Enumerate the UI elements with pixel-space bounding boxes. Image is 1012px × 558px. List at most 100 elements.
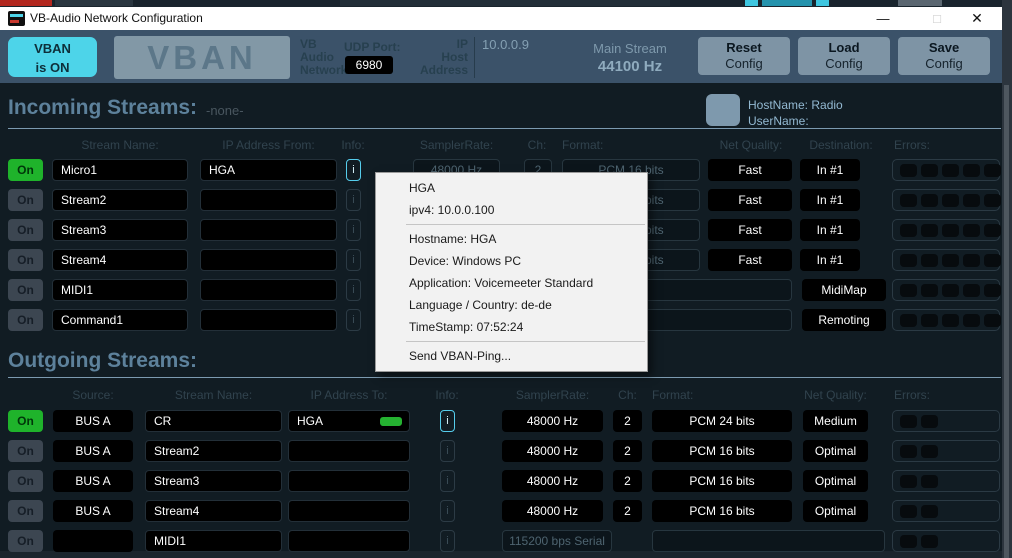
- stream-name-input[interactable]: Micro1: [52, 159, 188, 181]
- stream-name-input[interactable]: Stream4: [52, 249, 188, 271]
- samplerate-select[interactable]: 48000 Hz: [502, 410, 603, 432]
- stream-name-input[interactable]: Stream3: [52, 219, 188, 241]
- net-quality-select[interactable]: Fast: [708, 249, 792, 271]
- stream-on-toggle[interactable]: On: [8, 440, 43, 462]
- info-button[interactable]: i: [346, 279, 361, 301]
- stream-on-toggle[interactable]: On: [8, 530, 43, 552]
- stream-on-toggle[interactable]: On: [8, 309, 43, 331]
- stream-name-input[interactable]: CR: [145, 410, 282, 432]
- error-dot: [900, 254, 917, 267]
- background-fragment: [55, 0, 133, 6]
- ip-address-from-input[interactable]: [200, 189, 337, 211]
- stream-on-toggle[interactable]: On: [8, 410, 43, 432]
- info-button[interactable]: i: [440, 500, 455, 522]
- popup-action-send-vban-ping[interactable]: Send VBAN-Ping...: [376, 345, 647, 367]
- info-button[interactable]: i: [440, 440, 455, 462]
- stream-on-toggle[interactable]: On: [8, 159, 43, 181]
- samplerate-select[interactable]: 48000 Hz: [502, 500, 603, 522]
- ip-address-from-input[interactable]: HGA: [200, 159, 337, 181]
- maximize-button[interactable]: □: [922, 7, 952, 30]
- stream-name-input[interactable]: Stream4: [145, 500, 282, 522]
- stream-name-input[interactable]: Stream3: [145, 470, 282, 492]
- popup-info-line: TimeStamp: 07:52:24: [376, 316, 647, 338]
- info-button[interactable]: i: [440, 470, 455, 492]
- source-select[interactable]: BUS A: [53, 440, 133, 462]
- destination-select[interactable]: In #1: [800, 189, 860, 211]
- samplerate-select[interactable]: 48000 Hz: [502, 440, 603, 462]
- net-quality-select[interactable]: Optimal: [803, 440, 868, 462]
- error-dot: [942, 284, 959, 297]
- ip-address-to-input[interactable]: [288, 530, 410, 552]
- channels-select[interactable]: 2: [613, 500, 642, 522]
- net-quality-select[interactable]: Optimal: [803, 470, 868, 492]
- info-button[interactable]: i: [440, 410, 455, 432]
- error-dot: [921, 284, 938, 297]
- error-dot: [900, 314, 917, 327]
- format-select[interactable]: PCM 16 bits: [652, 470, 792, 492]
- source-select[interactable]: BUS A: [53, 470, 133, 492]
- save-config-button[interactable]: Save Config: [898, 37, 990, 75]
- stream-on-toggle[interactable]: On: [8, 470, 43, 492]
- format-select[interactable]: PCM 16 bits: [652, 440, 792, 462]
- ip-address-from-input[interactable]: [200, 309, 337, 331]
- info-button[interactable]: i: [346, 219, 361, 241]
- format-select[interactable]: PCM 24 bits: [652, 410, 792, 432]
- ip-address-to-input[interactable]: [288, 470, 410, 492]
- destination-select[interactable]: In #1: [800, 159, 860, 181]
- load-config-button[interactable]: Load Config: [798, 37, 890, 75]
- channels-select[interactable]: 2: [613, 410, 642, 432]
- stream-name-input[interactable]: Stream2: [52, 189, 188, 211]
- close-button[interactable]: ✕: [962, 7, 992, 30]
- stream-on-toggle[interactable]: On: [8, 189, 43, 211]
- ip-address-to-input[interactable]: HGA: [288, 410, 410, 432]
- vban-on-toggle[interactable]: VBAN is ON: [8, 37, 97, 77]
- stream-on-toggle[interactable]: On: [8, 219, 43, 241]
- channels-select[interactable]: 2: [613, 470, 642, 492]
- error-dot: [921, 535, 938, 548]
- net-quality-select[interactable]: Medium: [803, 410, 868, 432]
- udp-port-value[interactable]: 6980: [345, 56, 393, 74]
- stream-name-input[interactable]: MIDI1: [52, 279, 188, 301]
- info-button[interactable]: i: [346, 189, 361, 211]
- main-stream-label: Main Stream: [570, 41, 690, 56]
- ip-address-to-input[interactable]: [288, 440, 410, 462]
- ip-address-from-input[interactable]: [200, 249, 337, 271]
- stream-name-input[interactable]: Stream2: [145, 440, 282, 462]
- stream-on-toggle[interactable]: On: [8, 500, 43, 522]
- ip-address-from-input[interactable]: [200, 279, 337, 301]
- destination-select[interactable]: Remoting: [802, 309, 886, 331]
- destination-select[interactable]: In #1: [800, 249, 860, 271]
- net-quality-select[interactable]: Fast: [708, 189, 792, 211]
- error-dot: [984, 284, 1001, 297]
- info-button[interactable]: i: [346, 249, 361, 271]
- ip-address-to-input[interactable]: [288, 500, 410, 522]
- stream-name-input[interactable]: MIDI1: [145, 530, 282, 552]
- samplerate-select[interactable]: 48000 Hz: [502, 470, 603, 492]
- link-active-indicator: [380, 417, 402, 426]
- minimize-button[interactable]: —: [868, 7, 898, 30]
- hostname-button[interactable]: [706, 94, 740, 126]
- errors-indicator: [892, 279, 1000, 301]
- info-button[interactable]: i: [346, 159, 361, 181]
- hostname-label: HostName: Radio: [748, 97, 843, 113]
- destination-select[interactable]: In #1: [800, 219, 860, 241]
- source-select[interactable]: [53, 530, 133, 552]
- destination-select[interactable]: MidiMap: [802, 279, 886, 301]
- source-select[interactable]: BUS A: [53, 500, 133, 522]
- error-dot: [942, 164, 959, 177]
- topbar-divider: [474, 37, 475, 78]
- format-select[interactable]: PCM 16 bits: [652, 500, 792, 522]
- stream-on-toggle[interactable]: On: [8, 279, 43, 301]
- stream-name-input[interactable]: Command1: [52, 309, 188, 331]
- stream-on-toggle[interactable]: On: [8, 249, 43, 271]
- net-quality-select[interactable]: Optimal: [803, 500, 868, 522]
- channels-select[interactable]: 2: [613, 440, 642, 462]
- info-button[interactable]: i: [346, 309, 361, 331]
- source-select[interactable]: BUS A: [53, 410, 133, 432]
- ip-address-from-input[interactable]: [200, 219, 337, 241]
- info-button[interactable]: i: [440, 530, 455, 552]
- net-quality-select[interactable]: Fast: [708, 159, 792, 181]
- incoming-streams-title: Incoming Streams:: [8, 96, 197, 120]
- reset-config-button[interactable]: Reset Config: [698, 37, 790, 75]
- net-quality-select[interactable]: Fast: [708, 219, 792, 241]
